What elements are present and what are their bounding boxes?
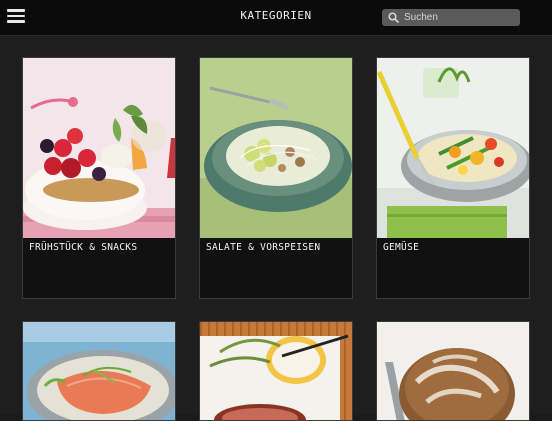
category-card-fish[interactable] [22, 321, 176, 421]
roast-with-dip-icon [200, 322, 352, 420]
category-card-vegetables[interactable]: GEMÜSE [376, 57, 530, 299]
category-card-meat[interactable] [199, 321, 353, 421]
category-label: GEMÜSE [383, 242, 420, 253]
category-card-bread[interactable] [376, 321, 530, 421]
category-label: FRÜHSTÜCK & SNACKS [29, 242, 138, 253]
salad-bowl-icon [200, 58, 352, 238]
search-field[interactable] [382, 9, 520, 26]
search-input[interactable] [404, 10, 516, 25]
bread-loaf-icon [377, 322, 529, 420]
search-icon [388, 12, 399, 23]
breakfast-berries-yogurt-icon [23, 58, 175, 238]
category-grid: FRÜHSTÜCK & SNACKS SALATE & VORSPEISEN G… [0, 37, 552, 421]
category-label: SALATE & VORSPEISEN [206, 242, 321, 253]
vegetable-pan-icon [377, 58, 529, 238]
salmon-dish-icon [23, 322, 175, 420]
category-card-salad[interactable]: SALATE & VORSPEISEN [199, 57, 353, 299]
category-card-breakfast[interactable]: FRÜHSTÜCK & SNACKS [22, 57, 176, 299]
top-bar: KATEGORIEN [0, 0, 552, 36]
